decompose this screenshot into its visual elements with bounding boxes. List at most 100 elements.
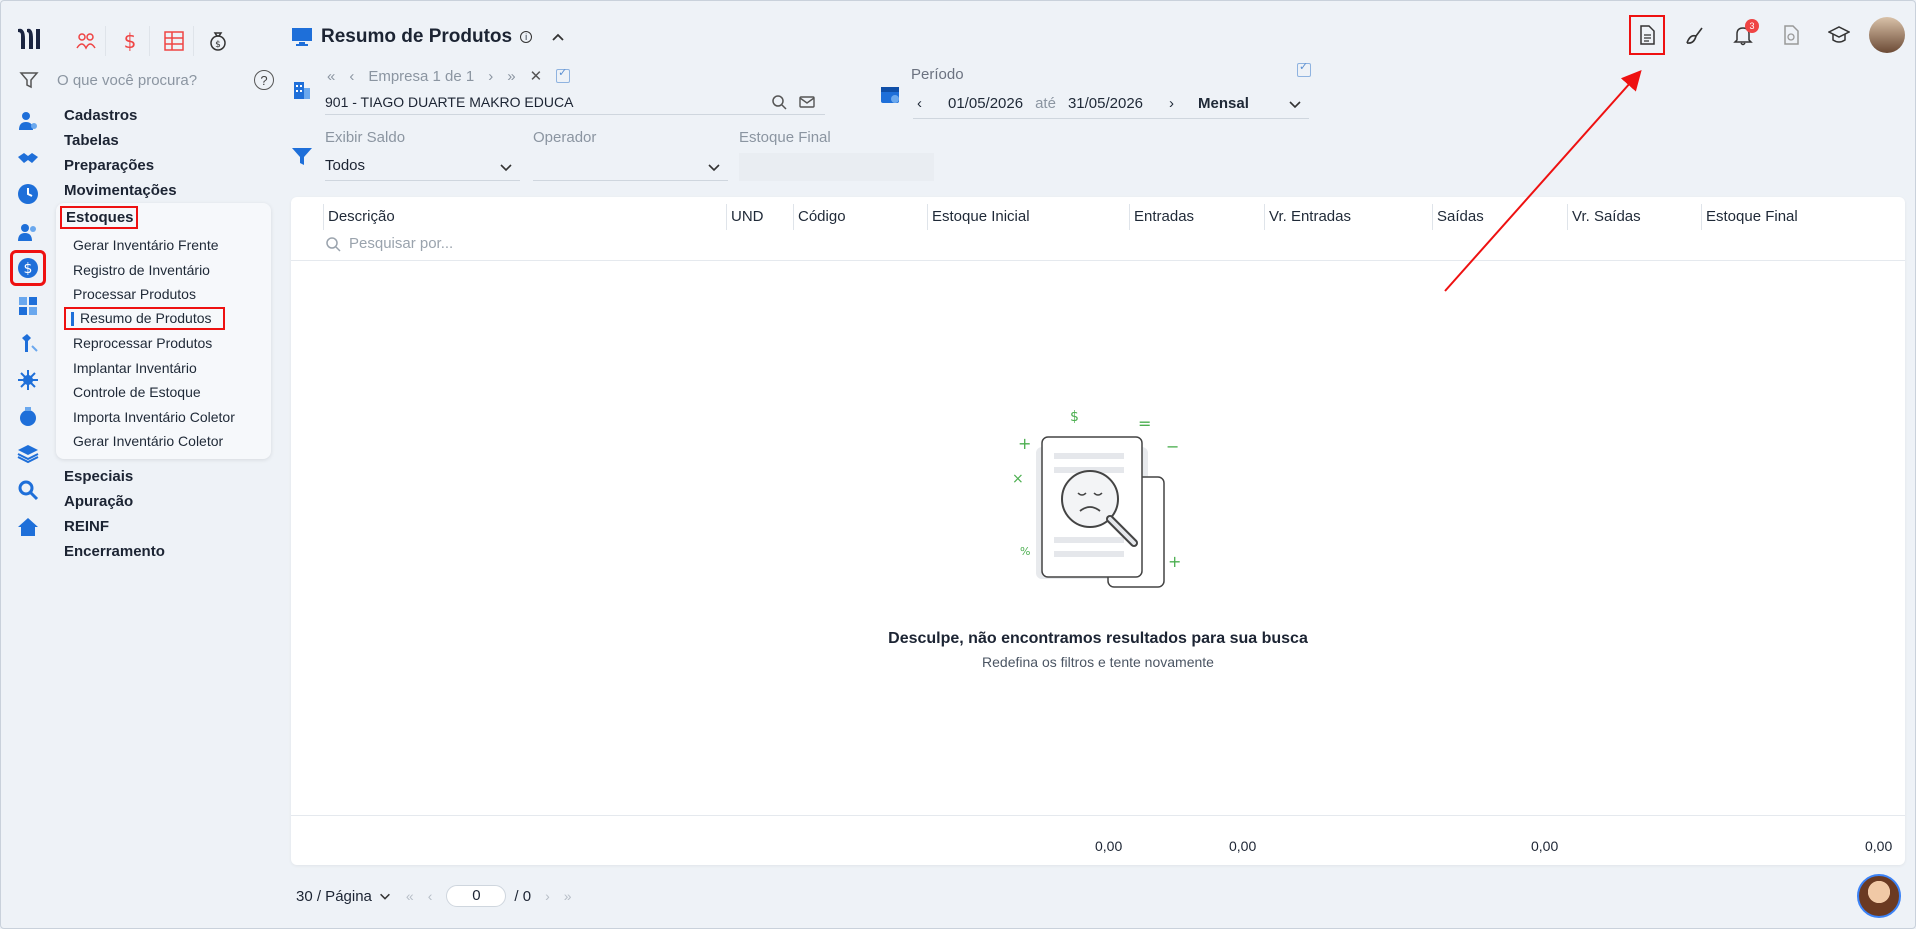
page-total: / 0	[514, 887, 532, 905]
user-avatar-button[interactable]	[1869, 15, 1905, 55]
search-icon[interactable]	[771, 94, 787, 110]
prev-page-icon[interactable]: ‹	[349, 68, 354, 85]
menu-group-especiais[interactable]: Especiais	[64, 464, 274, 489]
page-input[interactable]: 0	[446, 885, 507, 907]
avatar	[1869, 17, 1905, 53]
people-shortcut-icon[interactable]	[66, 26, 106, 56]
column-header[interactable]: Código	[793, 204, 846, 230]
submenu-item[interactable]: Gerar Inventário Frente	[73, 233, 219, 257]
menu-group-estoques[interactable]: Estoques	[60, 206, 138, 229]
app-frame: $ $ $ O que você procura? ? Cadastros Ta…	[0, 0, 1916, 929]
spreadsheet-shortcut-icon[interactable]	[154, 26, 194, 56]
first-page-icon[interactable]: «	[406, 888, 414, 904]
clear-icon[interactable]: ✕	[530, 67, 543, 85]
side-menu-bottom: Especiais Apuração REINF Encerramento	[64, 464, 274, 564]
layers-icon[interactable]	[13, 438, 43, 468]
moneybag-shortcut-icon[interactable]: $	[198, 26, 238, 56]
tools-icon[interactable]	[13, 328, 43, 358]
chevron-down-icon[interactable]	[378, 889, 392, 903]
empresa-field[interactable]: 901 - TIAGO DUARTE MAKRO EDUCA	[325, 91, 825, 115]
table-search-input[interactable]: Pesquisar por...	[349, 235, 453, 252]
column-header[interactable]: Vr. Entradas	[1264, 204, 1351, 230]
mail-icon[interactable]	[799, 94, 815, 110]
periodo-prev-icon[interactable]: ‹	[917, 95, 922, 112]
column-header[interactable]: Descrição	[323, 204, 395, 230]
submenu-item[interactable]: Importa Inventário Coletor	[73, 405, 235, 429]
column-header[interactable]: Vr. Saídas	[1567, 204, 1641, 230]
clean-cache-button[interactable]	[1677, 15, 1713, 55]
column-header[interactable]: Estoque Inicial	[927, 204, 1030, 230]
first-page-icon[interactable]: «	[327, 68, 335, 85]
exibir-saldo-value[interactable]: Todos	[325, 153, 520, 181]
education-button[interactable]	[1821, 15, 1857, 55]
column-header[interactable]: UND	[726, 204, 764, 230]
total-vr-saidas: 0,00	[1531, 838, 1559, 854]
info-icon[interactable]: i	[520, 31, 533, 43]
report-document-button[interactable]	[1629, 15, 1665, 55]
notifications-button[interactable]: 3	[1725, 15, 1761, 55]
chevron-up-icon[interactable]	[550, 29, 566, 45]
estoque-final-input[interactable]: Estoque Final	[739, 129, 934, 181]
assistant-avatar[interactable]	[1857, 874, 1901, 918]
submenu-item[interactable]: Controle de Estoque	[73, 380, 201, 404]
document-search-icon	[1784, 25, 1799, 45]
periodo-next-icon[interactable]: ›	[1169, 95, 1174, 112]
calculator-icon[interactable]	[13, 291, 43, 321]
menu-group-preparacoes[interactable]: Preparações	[64, 153, 274, 178]
menu-group-apuracao[interactable]: Apuração	[64, 489, 274, 514]
operador-select[interactable]: Operador	[533, 129, 728, 181]
menu-group-tabelas[interactable]: Tabelas	[64, 128, 274, 153]
empresa-checkbox[interactable]	[556, 66, 571, 83]
table-search[interactable]: Pesquisar por...	[325, 235, 453, 252]
menu-group-cadastros[interactable]: Cadastros	[64, 103, 274, 128]
network-icon[interactable]	[13, 365, 43, 395]
menu-group-reinf[interactable]: REINF	[64, 514, 274, 539]
handshake-icon[interactable]	[13, 143, 43, 173]
home-icon[interactable]	[13, 512, 43, 542]
submenu-item-active[interactable]: Resumo de Produtos	[64, 307, 225, 330]
menu-search[interactable]: O que você procura? ?	[19, 69, 274, 91]
submenu-item[interactable]: Registro de Inventário	[73, 258, 210, 282]
prev-page-icon[interactable]: ‹	[428, 888, 433, 904]
periodo-label: Período	[911, 66, 964, 83]
last-page-icon[interactable]: »	[507, 68, 515, 85]
money-bag-icon[interactable]	[13, 401, 43, 431]
users-icon[interactable]	[13, 217, 43, 247]
menu-group-movimentacoes[interactable]: Movimentações	[64, 178, 274, 203]
page-title: Resumo de Produtos	[321, 26, 513, 47]
chevron-down-icon[interactable]	[1287, 96, 1303, 112]
search-icon	[326, 236, 341, 252]
periodo-to[interactable]: 31/05/2026	[1068, 95, 1143, 112]
next-page-icon[interactable]: ›	[545, 888, 550, 904]
submenu-item[interactable]: Implantar Inventário	[73, 356, 197, 380]
per-page-select[interactable]: 30 / Página	[296, 888, 372, 905]
help-icon[interactable]: ?	[254, 70, 274, 90]
search-document-button[interactable]	[1773, 15, 1809, 55]
periodo-mode[interactable]: Mensal	[1198, 95, 1249, 112]
dollar-shortcut-icon[interactable]: $	[110, 26, 150, 56]
dollar-rail-icon[interactable]: $	[10, 250, 46, 286]
brand-logo[interactable]	[15, 25, 43, 53]
column-header[interactable]: Estoque Final	[1701, 204, 1798, 230]
operador-label: Operador	[533, 129, 597, 146]
column-header[interactable]: Saídas	[1432, 204, 1484, 230]
search-rail-icon[interactable]	[13, 475, 43, 505]
clock-icon[interactable]	[13, 179, 43, 209]
periodo-checkbox[interactable]	[1297, 60, 1311, 77]
column-header[interactable]: Entradas	[1129, 204, 1194, 230]
exibir-saldo-select[interactable]: Exibir Saldo Todos	[325, 129, 520, 181]
estoque-final-value[interactable]	[739, 153, 934, 181]
submenu-item[interactable]: Reprocessar Produtos	[73, 331, 212, 355]
submenu-item[interactable]: Processar Produtos	[73, 282, 196, 306]
empresa-value: 901 - TIAGO DUARTE MAKRO EDUCA	[325, 94, 574, 110]
menu-group-encerramento[interactable]: Encerramento	[64, 539, 274, 564]
submenu-item[interactable]: Gerar Inventário Coletor	[73, 429, 223, 453]
periodo-from[interactable]: 01/05/2026	[948, 95, 1023, 112]
last-page-icon[interactable]: »	[564, 888, 572, 904]
menu-search-input[interactable]: O que você procura?	[57, 72, 254, 89]
next-page-icon[interactable]: ›	[488, 68, 493, 85]
filter-icon[interactable]	[19, 70, 39, 90]
cadastros-rail-icon[interactable]	[13, 106, 43, 136]
operador-value[interactable]	[533, 153, 728, 181]
graduation-cap-icon	[1828, 26, 1850, 43]
